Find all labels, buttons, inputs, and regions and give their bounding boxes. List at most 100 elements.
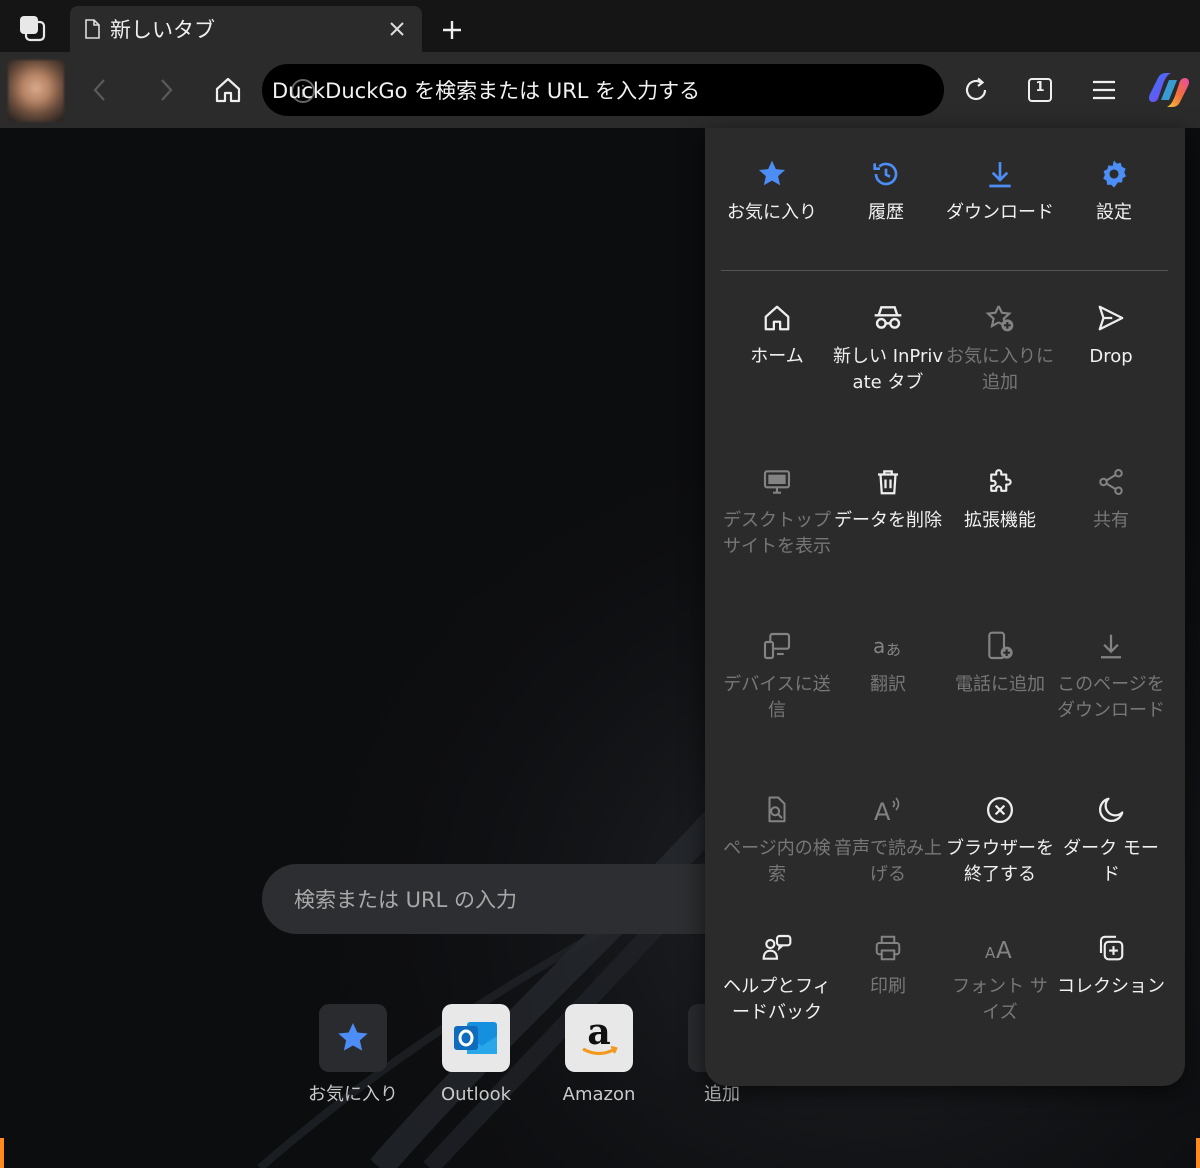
favorites-tile <box>319 1004 387 1072</box>
amazon-icon: a <box>582 1014 618 1056</box>
collections-icon <box>1099 935 1124 961</box>
menu-collections[interactable]: コレクション <box>1055 928 1167 1000</box>
outlook-tile <box>442 1004 510 1072</box>
address-bar[interactable]: DuckDuckGo を検索または URL を入力する <box>262 64 944 116</box>
menu-label: ホーム <box>750 346 804 367</box>
menu-label: デスクトップ サイトを表示 <box>723 510 831 557</box>
phone-add-icon <box>988 631 1013 660</box>
menu-share[interactable]: 共有 <box>1055 462 1167 534</box>
menu-exit-browser[interactable]: ブラウザーを終了する <box>944 790 1056 888</box>
menu-home[interactable]: ホーム <box>721 298 833 370</box>
menu-add-to-phone[interactable]: 電話に追加 <box>944 626 1056 698</box>
menu-label: 新しい InPrivate タブ <box>832 346 944 393</box>
download-icon <box>1101 634 1121 659</box>
menu-label: 翻訳 <box>870 674 906 695</box>
quick-link-outlook[interactable]: Outlook <box>421 1004 531 1108</box>
send-to-device-icon <box>763 632 791 660</box>
gear-icon <box>1103 160 1126 188</box>
menu-desktop-site[interactable]: デスクトップ サイトを表示 <box>721 462 833 560</box>
menu-label: このページをダウンロード <box>1057 674 1165 721</box>
svg-text:あ: あ <box>886 641 901 659</box>
svg-text:A: A <box>996 938 1012 963</box>
menu-label: 電話に追加 <box>955 674 1045 695</box>
hamburger-icon <box>1093 80 1115 100</box>
quick-link-label: Outlook <box>440 1084 512 1105</box>
menu-font-size[interactable]: A A フォント サイズ <box>944 928 1056 1026</box>
printer-icon <box>875 935 901 961</box>
menu-label: フォント サイズ <box>952 976 1048 1023</box>
home-icon <box>215 77 241 103</box>
menu-label: 印刷 <box>870 976 906 997</box>
copilot-icon <box>1149 73 1189 107</box>
menu-help-feedback[interactable]: ヘルプとフィードバック <box>721 928 833 1026</box>
menu-favorites[interactable]: お気に入り <box>716 154 828 226</box>
send-icon <box>1098 305 1124 331</box>
menu-history[interactable]: 履歴 <box>830 154 942 226</box>
active-tab[interactable]: 新しいタブ <box>70 6 422 52</box>
menu-label: お気に入り <box>727 202 817 223</box>
trash-icon <box>878 470 898 495</box>
quick-link-label: お気に入り <box>308 1084 398 1105</box>
find-in-page-icon <box>768 796 786 823</box>
copilot-button[interactable] <box>1146 70 1192 110</box>
forward-button[interactable] <box>146 70 186 110</box>
menu-new-inprivate-tab[interactable]: 新しい InPrivate タブ <box>832 298 944 396</box>
menu-read-aloud[interactable]: A 音声で読み上げる <box>832 790 944 888</box>
menu-print[interactable]: 印刷 <box>832 928 944 1000</box>
menu-divider <box>721 270 1168 271</box>
outlook-icon <box>454 1022 497 1054</box>
quick-link-amazon[interactable]: a Amazon <box>544 1004 654 1108</box>
plus-icon <box>443 21 461 39</box>
menu-label: ブラウザーを終了する <box>946 838 1054 885</box>
tab-strip: 新しいタブ <box>0 0 1200 52</box>
menu-downloads[interactable]: ダウンロード <box>944 154 1056 226</box>
menu-label: データを削除 <box>834 510 942 531</box>
menu-settings[interactable]: 設定 <box>1058 154 1170 226</box>
svg-text:a: a <box>873 634 885 658</box>
new-tab-button[interactable] <box>436 14 468 46</box>
menu-extensions[interactable]: 拡張機能 <box>944 462 1056 534</box>
menu-label: お気に入りに追加 <box>946 346 1054 393</box>
tab-count: 1 <box>1035 80 1045 95</box>
tab-actions-button[interactable] <box>14 12 50 44</box>
feedback-icon <box>762 934 792 960</box>
menu-drop[interactable]: Drop <box>1055 298 1167 370</box>
edge-indicator-right <box>1196 1138 1200 1168</box>
refresh-icon <box>965 77 987 101</box>
menu-label: ヘルプとフィードバック <box>723 976 831 1023</box>
menu-button[interactable] <box>1084 70 1124 110</box>
menu-clear-data[interactable]: データを削除 <box>832 462 944 534</box>
menu-label: 履歴 <box>868 202 904 223</box>
close-circle-icon <box>987 797 1013 823</box>
close-tab-button[interactable] <box>386 18 408 40</box>
share-icon <box>1099 469 1123 495</box>
tab-title: 新しいタブ <box>110 18 215 42</box>
menu-download-page[interactable]: このページをダウンロード <box>1055 626 1167 724</box>
back-button[interactable] <box>80 70 120 110</box>
history-icon <box>873 162 898 186</box>
refresh-button[interactable] <box>956 70 996 110</box>
menu-label: ダーク モード <box>1063 838 1159 885</box>
menu-send-to-device[interactable]: デバイスに送信 <box>721 626 833 724</box>
star-icon <box>338 1023 368 1051</box>
menu-find-in-page[interactable]: ページ内の検索 <box>721 790 833 888</box>
amazon-tile: a <box>565 1004 633 1072</box>
address-text: DuckDuckGo を検索または URL を入力する <box>272 79 701 103</box>
menu-label: デバイスに送信 <box>723 674 831 721</box>
menu-label: コレクション <box>1057 976 1165 997</box>
edge-indicator-left <box>0 1138 4 1168</box>
profile-avatar[interactable] <box>8 60 64 122</box>
inprivate-icon <box>874 306 902 329</box>
menu-label: Drop <box>1089 346 1133 367</box>
quick-link-favorites[interactable]: お気に入り <box>298 1004 408 1108</box>
menu-translate[interactable]: a あ 翻訳 <box>832 626 944 698</box>
page-search-box[interactable]: 検索または URL の入力 <box>262 864 782 934</box>
star-icon <box>758 160 786 186</box>
svg-text:a: a <box>587 1014 610 1053</box>
font-size-icon: A A <box>985 938 1012 963</box>
home-button[interactable] <box>208 70 248 110</box>
tab-count-button[interactable]: 1 <box>1020 70 1060 110</box>
menu-add-to-favorites[interactable]: お気に入りに追加 <box>944 298 1056 396</box>
menu-dark-mode[interactable]: ダーク モード <box>1055 790 1167 888</box>
menu-label: 音声で読み上げる <box>834 838 942 885</box>
